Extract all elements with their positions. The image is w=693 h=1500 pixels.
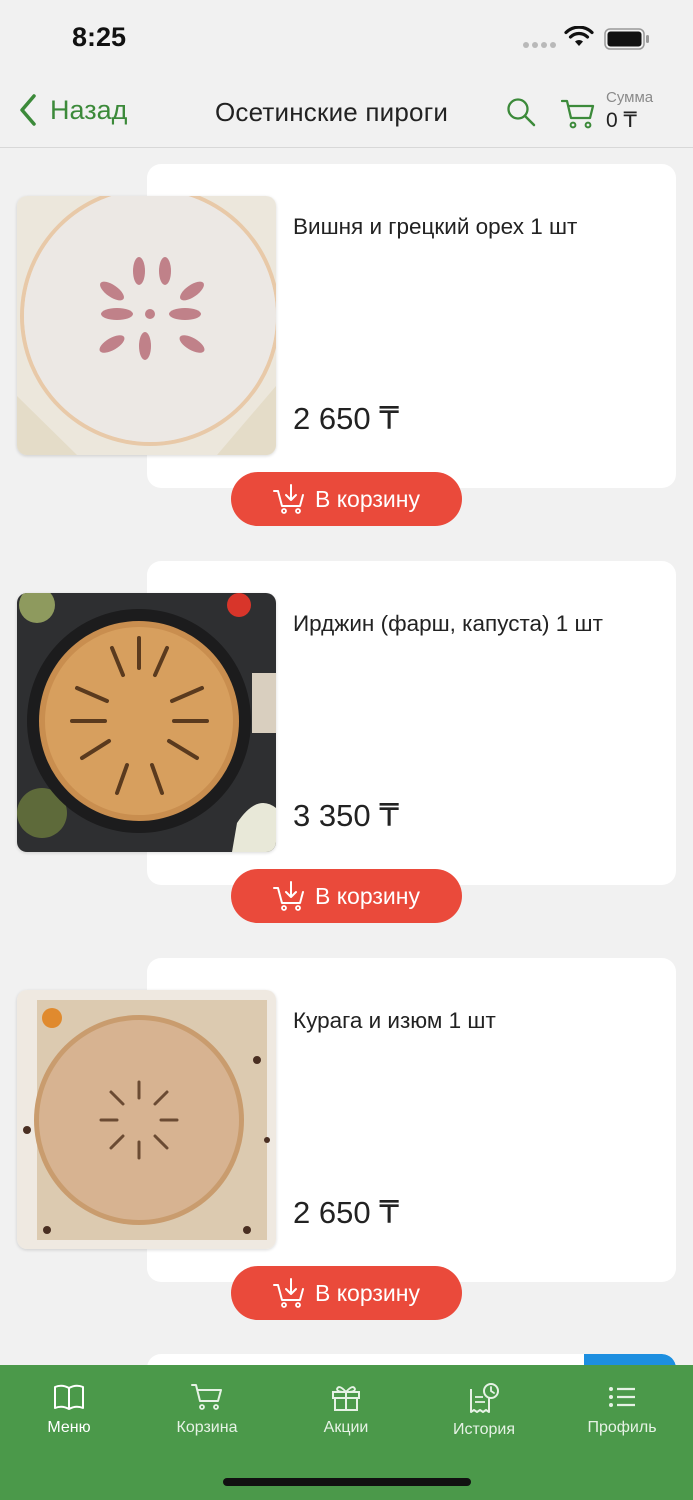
sum-label: Сумма (606, 89, 654, 106)
tab-label: Профиль (587, 1419, 657, 1436)
product-name: Вишня и грецкий орех 1 шт (293, 214, 578, 239)
add-to-cart-label: В корзину (315, 1279, 420, 1306)
header: Назад Осетинские пироги Сумма 0 ₸ (0, 75, 693, 148)
book-icon (54, 1384, 84, 1410)
status-bar: 8:25 (0, 0, 693, 75)
product-price: 2 650 ₸ (293, 401, 399, 436)
tab-label: Акции (323, 1419, 369, 1436)
sum-value: 0 ₸ (606, 109, 637, 132)
product-image[interactable] (17, 990, 276, 1249)
cart-icon[interactable] (561, 99, 595, 129)
product-price: 2 650 ₸ (293, 1195, 399, 1230)
cart-add-icon (273, 881, 304, 911)
product-price: 3 350 ₸ (293, 798, 399, 833)
tab-label: Корзина (176, 1419, 238, 1436)
product-item: Вишня и грецкий орех 1 шт 2 650 ₸ В корз… (0, 164, 693, 544)
back-label: Назад (50, 94, 128, 125)
tab-history[interactable]: История (424, 1383, 544, 1439)
tab-promotions[interactable]: Акции (286, 1383, 406, 1437)
add-to-cart-label: В корзину (315, 882, 420, 909)
receipt-clock-icon (470, 1383, 499, 1413)
chevron-left-icon (20, 94, 36, 126)
battery-icon (604, 28, 649, 50)
tab-label: История (452, 1421, 516, 1438)
add-to-cart-button[interactable]: В корзину (231, 472, 462, 526)
product-name: Курага и изюм 1 шт (293, 1008, 496, 1033)
product-image[interactable] (17, 593, 276, 852)
add-to-cart-button[interactable]: В корзину (231, 1266, 462, 1320)
tab-profile[interactable]: Профиль (562, 1383, 682, 1437)
product-item: Курага и изюм 1 шт 2 650 ₸ В корзину (0, 958, 693, 1338)
tab-label: Меню (47, 1419, 91, 1436)
product-item: Ирджин (фарш, капуста) 1 шт 3 350 ₸ В ко… (0, 561, 693, 941)
list-icon (609, 1387, 635, 1407)
product-name: Ирджин (фарш, капуста) 1 шт (293, 611, 603, 636)
tab-cart[interactable]: Корзина (147, 1383, 267, 1437)
home-indicator (223, 1478, 471, 1486)
add-to-cart-button[interactable]: В корзину (231, 869, 462, 923)
product-image[interactable] (17, 196, 276, 455)
cart-add-icon (273, 1278, 304, 1308)
cart-sum[interactable]: Сумма 0 ₸ (606, 89, 653, 133)
status-time: 8:25 (72, 22, 127, 52)
wifi-icon (564, 26, 594, 46)
cart-add-icon (273, 484, 304, 514)
tab-menu[interactable]: Меню (9, 1383, 129, 1437)
search-icon[interactable] (506, 97, 536, 127)
back-button[interactable]: Назад (18, 93, 127, 127)
signal-icon (523, 42, 556, 48)
cart-icon (191, 1384, 222, 1410)
add-to-cart-label: В корзину (315, 485, 420, 512)
gift-icon (332, 1386, 360, 1411)
page-title: Осетинские пироги (215, 97, 449, 127)
